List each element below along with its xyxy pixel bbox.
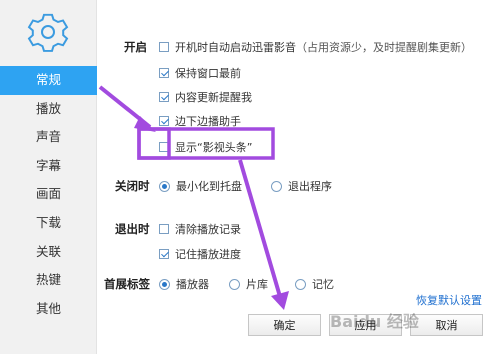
watermark: Baidu 经验 <box>330 312 419 331</box>
cancel-button[interactable]: 取消 <box>410 314 483 336</box>
sidebar-item-subtitles[interactable]: 字幕 <box>0 152 97 181</box>
home-tab-memory-label: 记忆 <box>312 278 334 291</box>
minimize-to-tray-radio[interactable] <box>159 180 170 192</box>
show-headlines-checkbox[interactable] <box>159 142 169 152</box>
settings-sidebar: 常规 播放 声音 字幕 画面 下载 关联 热键 其他 <box>0 0 97 354</box>
sidebar-item-association[interactable]: 关联 <box>0 238 97 267</box>
sidebar-item-playback[interactable]: 播放 <box>0 95 97 124</box>
home-tab-memory-option[interactable]: 记忆 <box>295 276 334 292</box>
exit-program-option[interactable]: 退出程序 <box>271 178 332 194</box>
home-tab-group-label: 首展标签 <box>104 277 150 291</box>
play-while-download-checkbox[interactable] <box>159 116 169 126</box>
clear-history-option[interactable]: 清除播放记录 <box>159 221 241 237</box>
autostart-hint: （占用资源少，及时提醒剧集更新） <box>296 41 472 54</box>
exit-program-label: 退出程序 <box>288 180 332 193</box>
autostart-checkbox[interactable] <box>159 42 169 52</box>
ok-button[interactable]: 确定 <box>248 314 321 336</box>
update-reminder-label: 内容更新提醒我 <box>175 91 252 104</box>
clear-history-checkbox[interactable] <box>159 224 169 234</box>
home-tab-library-label: 片库 <box>246 278 268 291</box>
remember-progress-label: 记住播放进度 <box>175 248 241 261</box>
exit-program-radio[interactable] <box>271 180 282 192</box>
show-headlines-option[interactable]: 显示“影视头条” <box>159 139 252 155</box>
home-tab-library-radio[interactable] <box>229 278 240 290</box>
always-on-top-label: 保持窗口最前 <box>175 67 241 80</box>
home-tab-library-option[interactable]: 片库 <box>229 276 268 292</box>
remember-progress-option[interactable]: 记住播放进度 <box>159 246 241 262</box>
sidebar-item-sound[interactable]: 声音 <box>0 123 97 152</box>
startup-group-label: 开启 <box>124 40 147 54</box>
home-tab-player-radio[interactable] <box>159 278 170 290</box>
sidebar-item-general[interactable]: 常规 <box>0 66 97 95</box>
clear-history-label: 清除播放记录 <box>175 223 241 236</box>
settings-panel: 开启 开机时自动启动迅雷影音 （占用资源少，及时提醒剧集更新） 保持窗口最前 内… <box>98 0 500 354</box>
show-headlines-label: 显示“影视头条” <box>175 141 253 154</box>
on-close-group-label: 关闭时 <box>115 179 150 193</box>
home-tab-memory-radio[interactable] <box>295 278 306 290</box>
update-reminder-checkbox[interactable] <box>159 92 169 102</box>
autostart-label: 开机时自动启动迅雷影音 <box>175 41 296 54</box>
always-on-top-option[interactable]: 保持窗口最前 <box>159 65 241 81</box>
home-tab-player-option[interactable]: 播放器 <box>159 276 209 292</box>
autostart-option[interactable]: 开机时自动启动迅雷影音 （占用资源少，及时提醒剧集更新） <box>159 39 472 55</box>
play-while-download-label: 边下边播助手 <box>175 115 241 128</box>
play-while-download-option[interactable]: 边下边播助手 <box>159 113 241 129</box>
update-reminder-option[interactable]: 内容更新提醒我 <box>159 89 252 105</box>
sidebar-item-hotkeys[interactable]: 热键 <box>0 266 97 295</box>
remember-progress-checkbox[interactable] <box>159 249 169 259</box>
gear-icon <box>24 13 72 53</box>
always-on-top-checkbox[interactable] <box>159 68 169 78</box>
sidebar-item-picture[interactable]: 画面 <box>0 180 97 209</box>
on-exit-group-label: 退出时 <box>115 222 150 236</box>
minimize-to-tray-label: 最小化到托盘 <box>176 180 242 193</box>
home-tab-player-label: 播放器 <box>176 278 209 291</box>
sidebar-item-download[interactable]: 下载 <box>0 209 97 238</box>
minimize-to-tray-option[interactable]: 最小化到托盘 <box>159 178 242 194</box>
restore-defaults-link[interactable]: 恢复默认设置 <box>416 292 482 308</box>
sidebar-item-other[interactable]: 其他 <box>0 295 97 324</box>
